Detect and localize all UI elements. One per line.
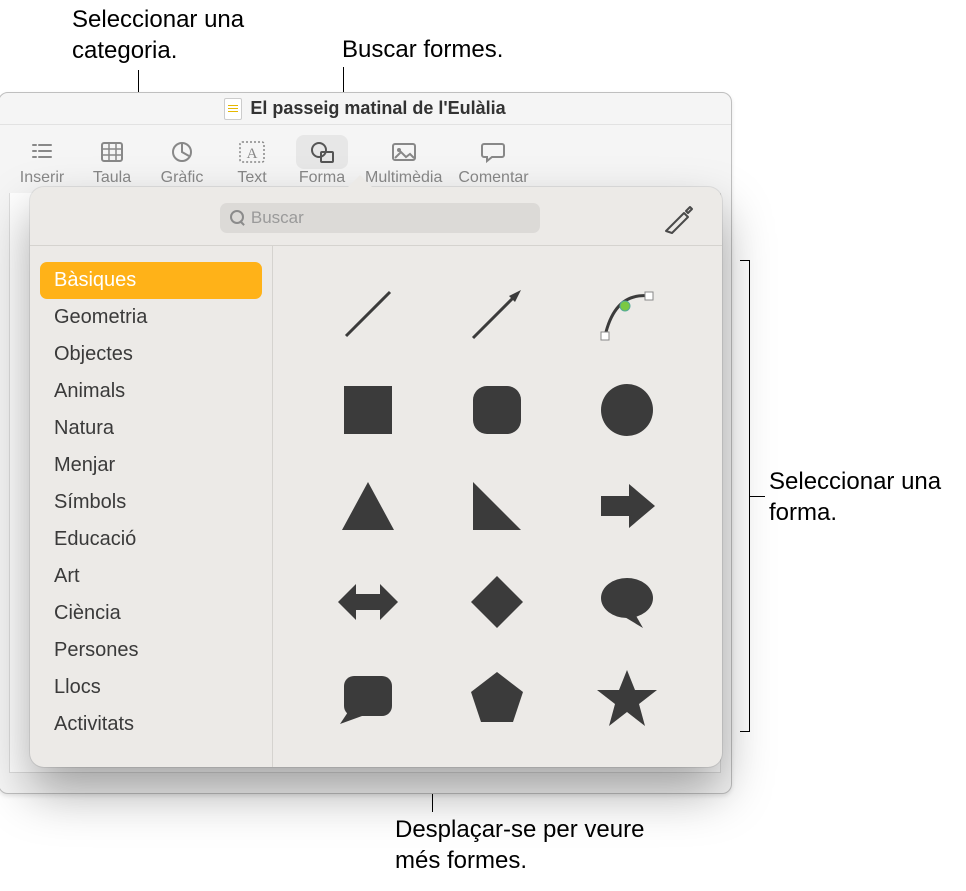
toolbar-comentar[interactable]: Comentar <box>454 133 532 189</box>
toolbar-label: Multimèdia <box>365 169 442 187</box>
shape-arrow-line[interactable] <box>462 279 532 349</box>
category-label: Animals <box>54 380 125 402</box>
shape-diamond[interactable] <box>462 567 532 637</box>
category-item[interactable]: Ciència <box>40 595 262 632</box>
toolbar-label: Taula <box>93 169 131 187</box>
callout-select-category-text: Seleccionar una categoria. <box>72 6 244 64</box>
category-item[interactable]: Llocs <box>40 669 262 706</box>
category-item[interactable]: Bàsiques <box>40 262 262 299</box>
category-item[interactable]: Geometria <box>40 299 262 336</box>
category-item[interactable]: Natura <box>40 410 262 447</box>
shape-line[interactable] <box>333 279 403 349</box>
grafic-icon <box>169 137 195 167</box>
toolbar-label: Inserir <box>20 169 64 187</box>
category-item[interactable]: Activitats <box>40 706 262 743</box>
toolbar-text[interactable]: A Text <box>221 133 283 189</box>
text-icon: A <box>238 137 266 167</box>
category-label: Persones <box>54 639 139 661</box>
toolbar-label: Gràfic <box>161 169 204 187</box>
forma-icon <box>308 137 336 167</box>
category-item[interactable]: Símbols <box>40 484 262 521</box>
bracket <box>740 260 750 732</box>
category-item[interactable]: Menjar <box>40 447 262 484</box>
category-item[interactable]: Educació <box>40 521 262 558</box>
category-item[interactable]: Objectes <box>40 336 262 373</box>
category-item[interactable]: Persones <box>40 632 262 669</box>
shape-triangle[interactable] <box>333 471 403 541</box>
category-label: Ciència <box>54 602 121 624</box>
toolbar-forma[interactable]: Forma <box>291 133 353 189</box>
shape-right-triangle[interactable] <box>462 471 532 541</box>
multimedia-icon <box>390 137 418 167</box>
shape-speech-bubble[interactable] <box>592 567 662 637</box>
shape-pentagon[interactable] <box>462 663 532 733</box>
category-label: Educació <box>54 528 136 550</box>
document-title: El passeig matinal de l'Eulàlia <box>250 98 505 119</box>
category-item[interactable]: Art <box>40 558 262 595</box>
callout-line <box>750 496 765 497</box>
category-label: Menjar <box>54 454 115 476</box>
callout-scroll-more: Desplaçar-se per veure més formes. <box>395 814 685 876</box>
callout-select-category: Seleccionar una categoria. <box>72 4 292 66</box>
shape-rounded-square[interactable] <box>462 375 532 445</box>
category-label: Art <box>54 565 80 587</box>
document-icon <box>224 98 242 120</box>
inserir-icon <box>29 137 55 167</box>
callout-select-shape: Seleccionar una forma. <box>769 466 959 528</box>
category-label: Llocs <box>54 676 101 698</box>
toolbar-grafic[interactable]: Gràfic <box>151 133 213 189</box>
toolbar-inserir[interactable]: Inserir <box>11 133 73 189</box>
toolbar-taula[interactable]: Taula <box>81 133 143 189</box>
shape-callout-box[interactable] <box>333 663 403 733</box>
shapes-popover: Bàsiques Geometria Objectes Animals Natura Me… <box>30 187 722 767</box>
category-label: Símbols <box>54 491 126 513</box>
search-input[interactable] <box>251 208 530 228</box>
titlebar: El passeig matinal de l'Eulàlia <box>0 93 731 125</box>
shape-circle[interactable] <box>592 375 662 445</box>
category-label: Activitats <box>54 713 134 735</box>
category-sidebar: Bàsiques Geometria Objectes Animals Natura Me… <box>30 246 272 767</box>
toolbar-label: Text <box>237 169 266 187</box>
search-field[interactable] <box>220 203 540 233</box>
shapes-grid[interactable] <box>272 246 722 767</box>
shape-star[interactable] <box>592 663 662 733</box>
category-label: Natura <box>54 417 114 439</box>
comentar-icon <box>480 137 506 167</box>
svg-text:A: A <box>247 146 258 162</box>
taula-icon <box>99 137 125 167</box>
shape-square[interactable] <box>333 375 403 445</box>
category-label: Geometria <box>54 306 147 328</box>
draw-shape-icon[interactable] <box>662 201 696 235</box>
popover-top <box>30 187 722 245</box>
callout-select-shape-text: Seleccionar una forma. <box>769 468 941 526</box>
category-label: Bàsiques <box>54 269 136 291</box>
callout-search-shapes-text: Buscar formes. <box>342 36 503 63</box>
toolbar-label: Comentar <box>458 169 528 187</box>
callout-search-shapes: Buscar formes. <box>342 34 503 65</box>
toolbar-label: Forma <box>299 169 345 187</box>
shape-curve[interactable] <box>592 279 662 349</box>
category-label: Objectes <box>54 343 133 365</box>
callout-scroll-more-text: Desplaçar-se per veure més formes. <box>395 816 644 874</box>
popover-body: Bàsiques Geometria Objectes Animals Natura Me… <box>30 245 722 767</box>
search-icon <box>230 210 245 226</box>
shape-double-arrow[interactable] <box>333 567 403 637</box>
shape-arrow-right[interactable] <box>592 471 662 541</box>
category-item[interactable]: Animals <box>40 373 262 410</box>
